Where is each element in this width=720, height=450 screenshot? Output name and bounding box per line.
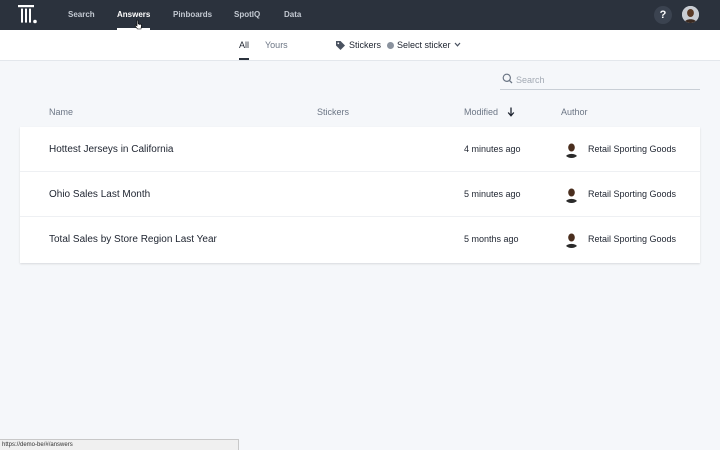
- column-header-modified[interactable]: Modified: [464, 105, 515, 119]
- table-row[interactable]: Hottest Jerseys in California 4 minutes …: [20, 127, 700, 172]
- nav-search[interactable]: Search: [68, 0, 95, 30]
- nav-spotiq[interactable]: SpotIQ: [234, 0, 260, 30]
- select-sticker-label: Select sticker: [397, 40, 451, 50]
- thoughtspot-logo-icon[interactable]: [18, 5, 38, 25]
- author-avatar: [563, 186, 580, 203]
- modified-time: 4 minutes ago: [464, 144, 521, 154]
- author-name: Retail Sporting Goods: [588, 234, 677, 244]
- answer-name-link[interactable]: Ohio Sales Last Month: [49, 172, 150, 217]
- table-row[interactable]: Total Sales by Store Region Last Year 5 …: [20, 217, 700, 262]
- sub-navigation-bar: All Yours Stickers Select sticker: [0, 30, 720, 61]
- sticker-dot-icon: [387, 42, 394, 49]
- user-avatar[interactable]: [682, 6, 699, 23]
- sort-descending-icon: [507, 107, 515, 117]
- column-header-name[interactable]: Name: [49, 105, 73, 119]
- search-input[interactable]: [516, 70, 696, 89]
- column-header-stickers[interactable]: Stickers: [317, 105, 349, 119]
- nav-pinboards[interactable]: Pinboards: [173, 0, 212, 30]
- chevron-down-icon: [454, 42, 461, 47]
- tab-yours[interactable]: Yours: [265, 30, 288, 60]
- author-avatar: [563, 231, 580, 248]
- tag-icon: [336, 41, 345, 50]
- author-name: Retail Sporting Goods: [588, 144, 677, 154]
- column-header-author[interactable]: Author: [561, 105, 588, 119]
- modified-time: 5 months ago: [464, 234, 519, 244]
- answer-name-link[interactable]: Total Sales by Store Region Last Year: [49, 217, 217, 262]
- column-header-modified-label: Modified: [464, 107, 499, 117]
- answer-name-link[interactable]: Hottest Jerseys in California: [49, 127, 174, 172]
- browser-status-bar: https://demo-be/#/answers: [0, 439, 239, 450]
- table-row[interactable]: Ohio Sales Last Month 5 minutes ago Reta…: [20, 172, 700, 217]
- author-name: Retail Sporting Goods: [588, 189, 677, 199]
- help-icon[interactable]: ?: [654, 6, 672, 24]
- author-avatar: [563, 141, 580, 158]
- tab-all[interactable]: All: [239, 30, 250, 60]
- search-box: [500, 70, 700, 90]
- top-navigation-bar: Search Answers Pinboards SpotIQ Data ?: [0, 0, 720, 30]
- nav-data[interactable]: Data: [284, 0, 301, 30]
- answers-table: Hottest Jerseys in California 4 minutes …: [20, 127, 700, 263]
- modified-time: 5 minutes ago: [464, 189, 521, 199]
- stickers-label: Stickers: [349, 40, 382, 50]
- search-icon: [502, 73, 513, 84]
